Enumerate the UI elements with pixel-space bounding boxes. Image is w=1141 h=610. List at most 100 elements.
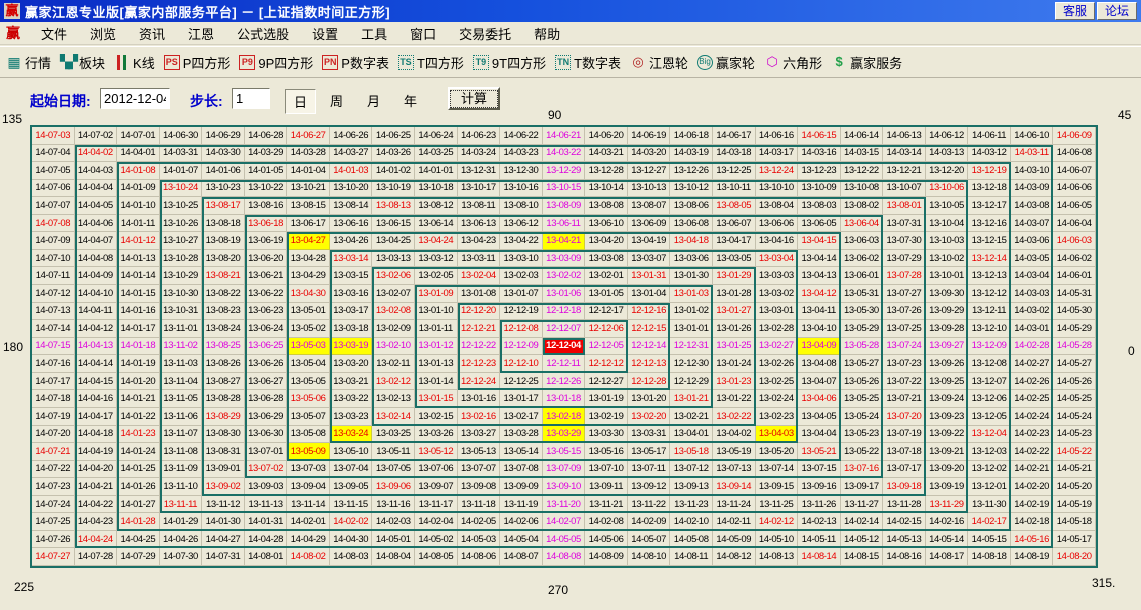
date-cell: 13-12-06 <box>968 390 1011 408</box>
date-cell: 13-03-06 <box>670 250 713 268</box>
menu-item-帮助[interactable]: 帮助 <box>523 22 572 45</box>
menu-item-交易委托[interactable]: 交易委托 <box>448 22 523 45</box>
menu-item-工具[interactable]: 工具 <box>350 22 399 45</box>
date-cell: 13-04-12 <box>798 285 841 303</box>
date-cell: 13-06-23 <box>245 303 288 321</box>
date-cell: 13-08-01 <box>883 197 926 215</box>
date-cell: 13-08-04 <box>756 197 799 215</box>
toolbar-button-P四方形[interactable]: PSP四方形 <box>164 53 231 72</box>
date-cell: 13-03-22 <box>330 390 373 408</box>
date-cell: 13-12-13 <box>968 267 1011 285</box>
date-cell: 13-05-14 <box>500 443 543 461</box>
date-cell: 13-09-02 <box>202 478 245 496</box>
date-cell: 13-01-22 <box>713 390 756 408</box>
date-cell: 14-05-25 <box>1053 390 1096 408</box>
toolbar-button-赢家服务[interactable]: $赢家服务 <box>831 53 902 72</box>
date-cell: 14-07-20 <box>32 426 75 444</box>
date-cell: 12-12-23 <box>458 355 501 373</box>
date-cell: 13-04-21 <box>543 232 586 250</box>
quotes-table-icon: ▦ <box>6 55 22 70</box>
date-cell: 12-12-21 <box>458 320 501 338</box>
menu-item-江恩[interactable]: 江恩 <box>177 22 226 45</box>
toolbar-button-9P四方形[interactable]: P99P四方形 <box>239 53 313 72</box>
menu-item-公式选股[interactable]: 公式选股 <box>226 22 301 45</box>
toolbar-button-行情[interactable]: ▦行情 <box>6 53 51 72</box>
period-option-年[interactable]: 年 <box>396 89 425 112</box>
date-cell: 14-03-14 <box>883 145 926 163</box>
menu-item-资讯[interactable]: 资讯 <box>128 22 177 45</box>
toolbar-button-江恩轮[interactable]: ◎江恩轮 <box>630 53 688 72</box>
menu-item-设置[interactable]: 设置 <box>301 22 350 45</box>
date-cell: 13-07-04 <box>330 461 373 479</box>
toolbar-button-K线[interactable]: K线 <box>114 53 155 72</box>
toolbar-button-T数字表[interactable]: TNT数字表 <box>555 53 621 72</box>
date-cell: 13-04-24 <box>415 232 458 250</box>
hexagon-icon: ⬡ <box>764 55 780 70</box>
date-cell: 13-12-07 <box>968 373 1011 391</box>
date-cell: 13-03-01 <box>756 303 799 321</box>
date-cell: 14-01-24 <box>117 443 160 461</box>
date-cell: 13-06-15 <box>372 215 415 233</box>
date-cell: 14-02-16 <box>926 513 969 531</box>
start-date-input[interactable] <box>100 88 170 109</box>
date-cell: 13-05-16 <box>585 443 628 461</box>
toolbar-button-六角形[interactable]: ⬡六角形 <box>764 53 822 72</box>
customer-service-button[interactable]: 客服 <box>1055 2 1095 20</box>
date-cell: 12-12-08 <box>500 320 543 338</box>
date-cell: 14-01-06 <box>202 162 245 180</box>
date-cell: 13-02-28 <box>756 320 799 338</box>
date-cell: 13-05-18 <box>670 443 713 461</box>
date-cell: 13-06-29 <box>245 408 288 426</box>
date-cell: 14-02-15 <box>883 513 926 531</box>
date-cell: 13-09-14 <box>713 478 756 496</box>
date-cell: 13-11-04 <box>160 373 203 391</box>
period-option-周[interactable]: 周 <box>322 89 351 112</box>
date-cell: 14-07-01 <box>117 127 160 145</box>
date-cell: 13-07-01 <box>245 443 288 461</box>
menu-item-窗口[interactable]: 窗口 <box>399 22 448 45</box>
titlebar-buttons: 客服 论坛 <box>1055 2 1137 20</box>
date-cell: 12-12-18 <box>543 303 586 321</box>
period-option-日[interactable]: 日 <box>285 89 316 114</box>
date-cell: 14-05-17 <box>1053 531 1096 549</box>
toolbar-button-赢家轮[interactable]: Big赢家轮 <box>697 53 755 72</box>
date-cell: 12-12-05 <box>585 338 628 356</box>
date-cell: 14-05-06 <box>585 531 628 549</box>
date-cell: 13-09-27 <box>926 338 969 356</box>
toolbar-button-9T四方形[interactable]: T99T四方形 <box>473 53 546 72</box>
forum-button[interactable]: 论坛 <box>1097 2 1137 20</box>
date-cell: 13-04-26 <box>330 232 373 250</box>
date-cell: 13-09-04 <box>287 478 330 496</box>
toolbar-button-板块[interactable]: ▚▞板块 <box>60 53 105 72</box>
date-cell: 13-04-27 <box>287 232 330 250</box>
toolbar-button-label: 赢家服务 <box>850 53 902 72</box>
date-cell: 14-07-24 <box>32 496 75 514</box>
toolbar-button-label: 江恩轮 <box>649 53 688 72</box>
sectors-icon: ▚▞ <box>60 55 76 70</box>
menu-item-浏览[interactable]: 浏览 <box>79 22 128 45</box>
date-cell: 14-07-14 <box>32 320 75 338</box>
calculate-button[interactable]: 计算 <box>448 87 500 110</box>
date-cell: 14-06-26 <box>330 127 373 145</box>
date-cell: 13-09-19 <box>926 478 969 496</box>
date-cell: 14-02-26 <box>1011 373 1054 391</box>
date-cell: 13-06-19 <box>245 232 288 250</box>
date-cell: 13-12-24 <box>756 162 799 180</box>
step-input[interactable] <box>232 88 270 109</box>
date-cell: 13-09-18 <box>883 478 926 496</box>
toolbar-button-T四方形[interactable]: TST四方形 <box>398 53 464 72</box>
toolbar-button-label: 9P四方形 <box>258 53 313 72</box>
date-cell: 13-06-07 <box>713 215 756 233</box>
date-cell: 13-01-30 <box>670 267 713 285</box>
date-cell: 13-09-07 <box>415 478 458 496</box>
date-cell: 13-07-28 <box>883 267 926 285</box>
date-cell: 13-12-05 <box>968 408 1011 426</box>
date-cell: 14-02-18 <box>1011 513 1054 531</box>
date-cell: 13-12-11 <box>968 303 1011 321</box>
menu-item-文件[interactable]: 文件 <box>30 22 79 45</box>
period-option-月[interactable]: 月 <box>359 89 388 112</box>
date-cell: 14-05-09 <box>713 531 756 549</box>
toolbar-button-P数字表[interactable]: PNP数字表 <box>322 53 389 72</box>
date-cell: 13-04-29 <box>287 267 330 285</box>
date-cell: 13-02-26 <box>756 355 799 373</box>
